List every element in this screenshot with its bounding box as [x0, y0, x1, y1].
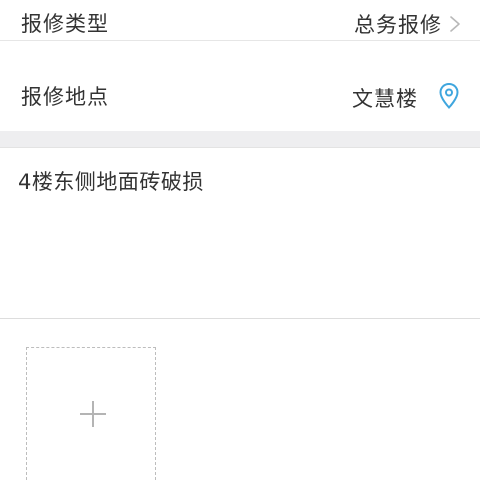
row-divider — [0, 40, 480, 41]
repair-type-label: 报修类型 — [21, 12, 109, 36]
location-pin-icon[interactable] — [438, 82, 460, 110]
plus-icon — [80, 401, 106, 427]
repair-location-value[interactable]: 文慧楼 — [352, 83, 418, 113]
add-photo-button[interactable] — [26, 347, 156, 480]
repair-location-label: 报修地点 — [21, 85, 109, 109]
repair-type-value[interactable]: 总务报修 — [354, 9, 442, 39]
chevron-right-icon — [450, 16, 460, 32]
repair-type-row[interactable]: 报修类型 总务报修 — [0, 0, 480, 56]
repair-form-page: 报修类型 总务报修 报修地点 文慧楼 4楼东侧地面砖破损 — [0, 0, 480, 480]
repair-location-row[interactable]: 报修地点 文慧楼 — [0, 59, 480, 131]
description-textarea[interactable]: 4楼东侧地面砖破损 — [0, 148, 480, 319]
section-separator — [0, 131, 480, 148]
description-text: 4楼东侧地面砖破损 — [18, 170, 204, 194]
